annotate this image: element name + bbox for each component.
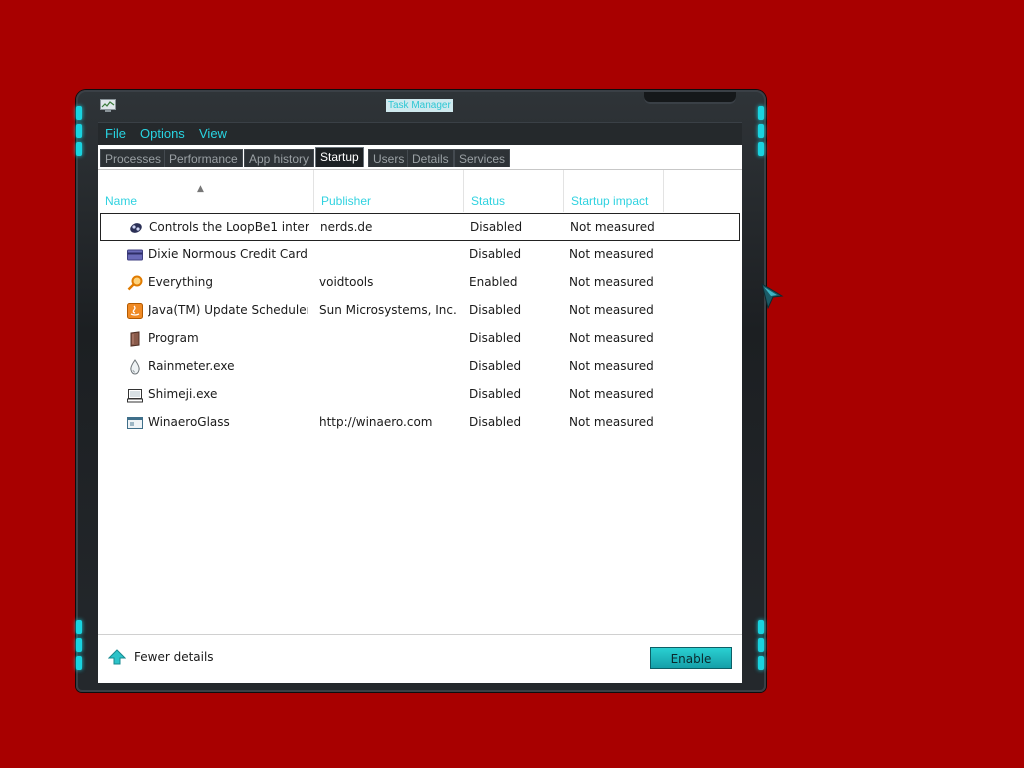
tab-bar: Processes Performance App history Startu… (98, 145, 742, 169)
row-impact: Not measured (569, 359, 654, 373)
table-row[interactable]: Controls the LoopBe1 intern... nerds.de … (100, 213, 740, 241)
window-title: Task Manager (386, 99, 453, 112)
row-publisher: nerds.de (320, 220, 373, 234)
chevron-up-icon (108, 649, 126, 665)
frame-light (758, 620, 764, 634)
row-status: Disabled (470, 220, 523, 234)
table-row[interactable]: WinaeroGlass http://winaero.com Disabled… (100, 409, 740, 437)
row-impact: Not measured (569, 415, 654, 429)
frame-light (758, 124, 764, 138)
row-name: Controls the LoopBe1 intern... (149, 220, 309, 234)
frame-light (76, 142, 82, 156)
startup-list: ▲ Name Publisher Status Startup impact C… (98, 169, 742, 634)
frame-light (76, 620, 82, 634)
row-status: Disabled (469, 303, 522, 317)
tab-app-history[interactable]: App history (244, 149, 315, 167)
column-header-status[interactable]: Status (464, 170, 564, 212)
loopbe-icon (128, 220, 144, 236)
row-publisher: voidtools (319, 275, 374, 289)
tab-startup[interactable]: Startup (315, 147, 364, 167)
frame-light (758, 106, 764, 120)
tab-services[interactable]: Services (454, 149, 511, 167)
frame-light (76, 124, 82, 138)
footer-bar: Fewer details Enable (98, 634, 742, 683)
row-name: Everything (148, 275, 213, 289)
menu-file[interactable]: File (105, 126, 126, 141)
window-icon (127, 415, 143, 431)
row-name: Rainmeter.exe (148, 359, 235, 373)
table-row[interactable]: Program Disabled Not measured (100, 325, 740, 353)
row-impact: Not measured (570, 220, 655, 234)
row-status: Enabled (469, 275, 518, 289)
tab-performance[interactable]: Performance (164, 149, 243, 167)
frame-light (76, 638, 82, 652)
column-header-name[interactable]: Name (98, 170, 314, 212)
task-manager-icon[interactable] (100, 98, 116, 112)
droplet-icon (127, 359, 143, 375)
row-impact: Not measured (569, 247, 654, 261)
tab-users[interactable]: Users (368, 149, 410, 167)
row-name: Shimeji.exe (148, 387, 218, 401)
row-impact: Not measured (569, 303, 654, 317)
magnifier-icon (127, 275, 143, 291)
frame-decoration (644, 92, 736, 104)
row-impact: Not measured (569, 387, 654, 401)
row-name: Dixie Normous Credit Card S... (148, 247, 308, 261)
row-publisher: Sun Microsystems, Inc. (319, 303, 457, 317)
shimeji-icon (127, 387, 143, 403)
frame-light (758, 638, 764, 652)
row-status: Disabled (469, 247, 522, 261)
menu-bar: File Options View (98, 122, 742, 145)
java-icon (127, 303, 143, 319)
frame-light (758, 656, 764, 670)
table-row[interactable]: Dixie Normous Credit Card S... Disabled … (100, 241, 740, 269)
row-impact: Not measured (569, 331, 654, 345)
row-status: Disabled (469, 359, 522, 373)
row-publisher: http://winaero.com (319, 415, 433, 429)
row-name: WinaeroGlass (148, 415, 230, 429)
fewer-details-label: Fewer details (134, 650, 214, 664)
frame-light (76, 106, 82, 120)
frame-light (758, 142, 764, 156)
row-name: Program (148, 331, 199, 345)
credit-card-icon (127, 247, 143, 263)
frame-light (76, 656, 82, 670)
menu-options[interactable]: Options (140, 126, 185, 141)
tab-details[interactable]: Details (407, 149, 454, 167)
row-status: Disabled (469, 387, 522, 401)
table-row[interactable]: Everything voidtools Enabled Not measure… (100, 269, 740, 297)
fewer-details-link[interactable]: Fewer details (108, 649, 214, 665)
row-status: Disabled (469, 415, 522, 429)
mouse-cursor-icon (760, 282, 784, 310)
menu-view[interactable]: View (199, 126, 227, 141)
table-row[interactable]: Java(TM) Update Scheduler Sun Microsyste… (100, 297, 740, 325)
column-header-publisher[interactable]: Publisher (314, 170, 464, 212)
table-row[interactable]: Rainmeter.exe Disabled Not measured (100, 353, 740, 381)
table-row[interactable]: Shimeji.exe Disabled Not measured (100, 381, 740, 409)
row-impact: Not measured (569, 275, 654, 289)
tab-processes[interactable]: Processes (100, 149, 167, 167)
program-icon (127, 331, 143, 347)
enable-button[interactable]: Enable (650, 647, 732, 669)
row-name: Java(TM) Update Scheduler (148, 303, 308, 317)
column-header-startup-impact[interactable]: Startup impact (564, 170, 664, 212)
row-status: Disabled (469, 331, 522, 345)
